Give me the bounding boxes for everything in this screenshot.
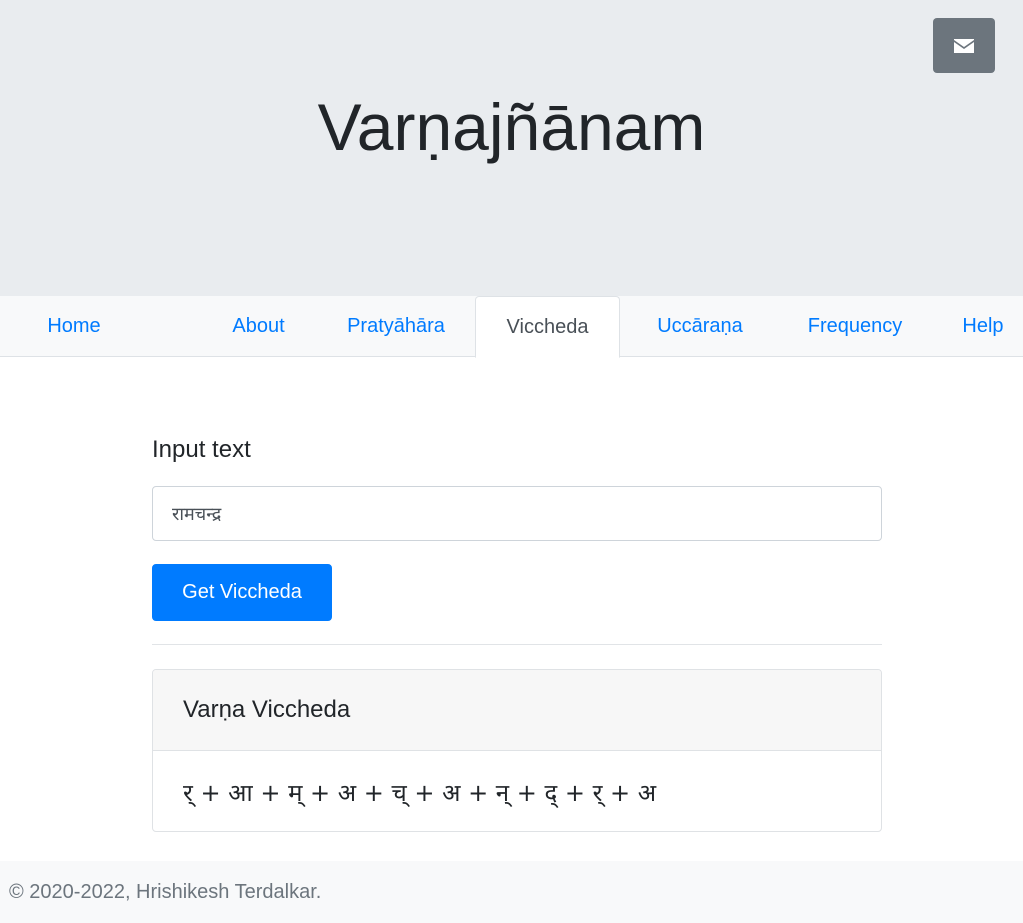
result-card-value: र् + आ + म् + अ + च् + अ + न् + द् + र् … bbox=[183, 778, 657, 807]
footer: © 2020-2022, Hrishikesh Terdalkar. bbox=[0, 861, 1023, 923]
site-header: Varṇajñānam bbox=[0, 0, 1023, 296]
input-label: Input text bbox=[152, 436, 251, 463]
result-card-title: Varṇa Viccheda bbox=[153, 670, 881, 751]
get-viccheda-button[interactable]: Get Viccheda bbox=[152, 564, 332, 621]
main-nav: Home About Pratyāhāra Viccheda Uccāraṇa … bbox=[0, 296, 1023, 358]
result-card: Varṇa Viccheda र् + आ + म् + अ + च् + अ … bbox=[152, 669, 882, 832]
envelope-icon bbox=[954, 38, 974, 53]
nav-viccheda[interactable]: Viccheda bbox=[475, 296, 620, 358]
site-title: Varṇajñānam bbox=[317, 90, 706, 164]
nav-pratyahara[interactable]: Pratyāhāra bbox=[317, 296, 475, 357]
divider bbox=[152, 644, 882, 645]
nav-uccarana[interactable]: Uccāraṇa bbox=[620, 296, 780, 357]
nav-frequency[interactable]: Frequency bbox=[780, 296, 930, 357]
nav-help[interactable]: Help bbox=[943, 296, 1023, 357]
text-input[interactable] bbox=[152, 486, 882, 541]
nav-home[interactable]: Home bbox=[0, 296, 148, 357]
nav-about[interactable]: About bbox=[200, 296, 317, 357]
contact-button[interactable] bbox=[933, 18, 995, 73]
